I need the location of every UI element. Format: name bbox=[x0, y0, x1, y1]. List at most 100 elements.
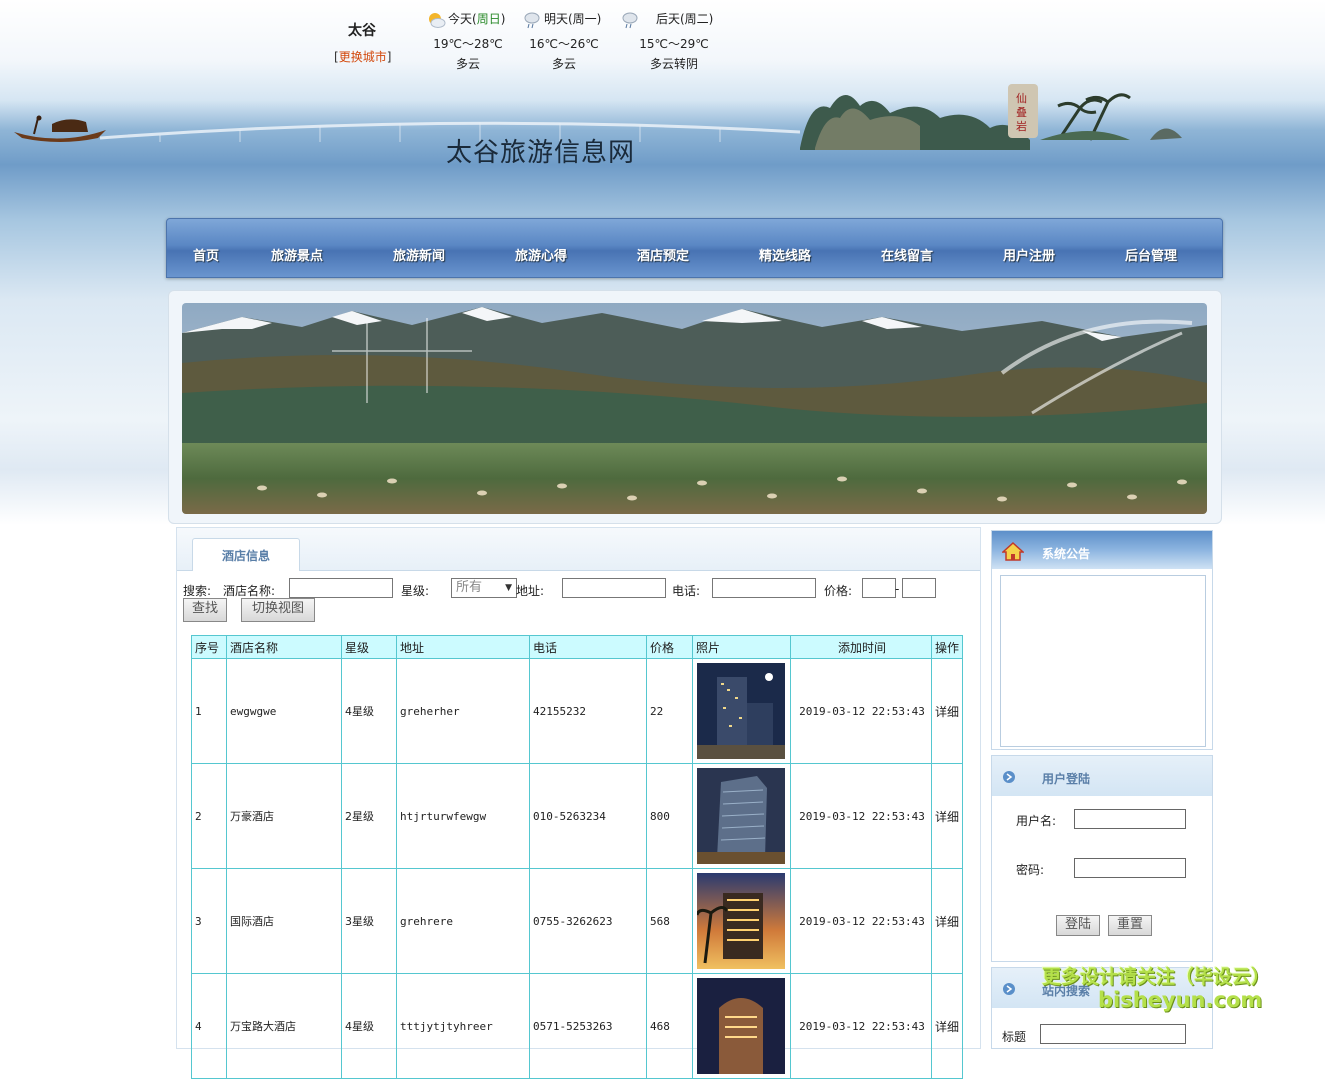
change-city-link-wrap: [更换城市] bbox=[334, 50, 392, 64]
cell-star: 4星级 bbox=[341, 658, 397, 764]
star-label: 星级: bbox=[401, 584, 430, 598]
site-title: 太谷旅游信息网 bbox=[446, 138, 636, 168]
cell-price: 568 bbox=[646, 868, 693, 974]
notice-title: 系统公告 bbox=[1042, 547, 1091, 561]
home-icon bbox=[1002, 541, 1024, 561]
login-panel: 用户登陆 用户名: 密码: 登陆 重置 bbox=[991, 755, 1213, 962]
site-search-input[interactable] bbox=[1040, 1024, 1186, 1044]
username-row: 用户名: bbox=[1016, 809, 1186, 829]
username-label: 用户名: bbox=[1016, 814, 1057, 828]
svg-text:仙: 仙 bbox=[1016, 92, 1027, 105]
cell-addr: grehrere bbox=[396, 868, 530, 974]
cell-addr: tttjytjtyhreer bbox=[396, 973, 530, 1079]
weather-temp-after: 15℃～29℃ bbox=[639, 37, 709, 51]
nav-news[interactable]: 旅游新闻 bbox=[393, 245, 445, 264]
search-label: 搜索: bbox=[183, 584, 212, 598]
login-button[interactable]: 登陆 bbox=[1056, 915, 1100, 936]
col-addr: 地址 bbox=[396, 635, 530, 659]
tab-bar: 酒店信息 bbox=[177, 528, 980, 571]
cell-phone: 42155232 bbox=[529, 658, 647, 764]
nav-hotel-booking[interactable]: 酒店预定 bbox=[637, 245, 689, 264]
col-star: 星级 bbox=[341, 635, 397, 659]
cell-name: 万豪酒店 bbox=[226, 763, 342, 869]
nav-attractions[interactable]: 旅游景点 bbox=[271, 245, 323, 264]
price-min-input[interactable] bbox=[862, 578, 896, 598]
cell-name: 万宝路大酒店 bbox=[226, 973, 342, 1079]
cell-phone: 0755-3262623 bbox=[529, 868, 647, 974]
hotel-photo[interactable] bbox=[697, 768, 785, 864]
price-max-input[interactable] bbox=[902, 578, 936, 598]
weather-day-tomorrow: 明天(周一) bbox=[522, 10, 601, 29]
cell-photo bbox=[692, 868, 791, 974]
hotel-name-label: 酒店名称: bbox=[223, 584, 276, 598]
nav-home[interactable]: 首页 bbox=[193, 245, 219, 264]
svg-text:岩: 岩 bbox=[1016, 119, 1027, 133]
price-separator: - bbox=[895, 582, 900, 596]
detail-link[interactable]: 详细 bbox=[931, 868, 963, 974]
phone-input[interactable] bbox=[712, 578, 816, 598]
cell-addr: greherher bbox=[396, 658, 530, 764]
cell-price: 800 bbox=[646, 763, 693, 869]
weather-day-after: 后天(周二) bbox=[620, 10, 713, 29]
password-input[interactable] bbox=[1074, 858, 1186, 878]
hotel-name-input[interactable] bbox=[289, 578, 393, 598]
detail-link[interactable]: 详细 bbox=[931, 973, 963, 1079]
sun-cloud-icon bbox=[429, 12, 446, 28]
boat-icon bbox=[14, 115, 106, 142]
weather-day-today: 今天(周日) bbox=[426, 10, 505, 29]
cell-no: 2 bbox=[191, 763, 227, 869]
detail-link[interactable]: 详细 bbox=[931, 763, 963, 869]
hotel-photo[interactable] bbox=[697, 663, 785, 759]
weather-temp-today: 19℃～28℃ bbox=[433, 37, 503, 51]
watermark-line1: 更多设计请关注（毕设云） bbox=[1042, 966, 1271, 988]
cell-name: 国际酒店 bbox=[226, 868, 342, 974]
cloud-rain-icon bbox=[524, 12, 540, 28]
reset-button[interactable]: 重置 bbox=[1108, 915, 1152, 936]
hotel-photo[interactable] bbox=[697, 873, 785, 969]
island-scenery-icon: 仙 叠 岩 bbox=[800, 84, 1182, 150]
nav-guestbook[interactable]: 在线留言 bbox=[881, 245, 933, 264]
tab-hotel-info[interactable]: 酒店信息 bbox=[192, 538, 300, 571]
table-row: 3 国际酒店 3星级 grehrere 0755-3262623 568 201… bbox=[191, 868, 963, 974]
cloud-rain-icon bbox=[622, 12, 638, 28]
col-no: 序号 bbox=[191, 635, 227, 659]
detail-link[interactable]: 详细 bbox=[931, 658, 963, 764]
nav-experiences[interactable]: 旅游心得 bbox=[515, 245, 567, 264]
arrow-circle-icon bbox=[1003, 983, 1015, 995]
hotel-content-panel: 酒店信息 搜索: 酒店名称: 星级: 所有 ▼ 地址: 电话: 价格: - 查找… bbox=[176, 527, 981, 1079]
nav-admin[interactable]: 后台管理 bbox=[1125, 245, 1177, 264]
weather-temp-tomorrow: 16℃～26℃ bbox=[529, 37, 599, 51]
weather-widget: 太谷 [更换城市] 今天(周日) 明天(周一) 后天(周二) 19℃～28℃ 多… bbox=[330, 8, 740, 78]
cell-photo bbox=[692, 763, 791, 869]
col-time: 添加时间 bbox=[790, 635, 932, 659]
address-input[interactable] bbox=[562, 578, 666, 598]
find-button[interactable]: 查找 bbox=[183, 598, 227, 622]
weather-city: 太谷 bbox=[348, 23, 376, 39]
notice-body bbox=[1000, 575, 1206, 747]
cell-addr: htjrturwfewgw bbox=[396, 763, 530, 869]
hotel-photo[interactable] bbox=[697, 978, 785, 1074]
cell-price: 22 bbox=[646, 658, 693, 764]
cell-photo bbox=[692, 973, 791, 1079]
cell-no: 4 bbox=[191, 973, 227, 1079]
svg-text:叠: 叠 bbox=[1016, 106, 1027, 119]
col-price: 价格 bbox=[646, 635, 693, 659]
hotel-table: 序号 酒店名称 星级 地址 电话 价格 照片 添加时间 操作 1 ewgwgwe… bbox=[191, 635, 963, 1079]
nav-routes[interactable]: 精选线路 bbox=[759, 245, 811, 264]
username-input[interactable] bbox=[1074, 809, 1186, 829]
phone-label: 电话: bbox=[672, 584, 701, 598]
toggle-view-button[interactable]: 切换视图 bbox=[241, 598, 315, 622]
cell-time: 2019-03-12 22:53:43 bbox=[790, 658, 932, 764]
star-select[interactable]: 所有 ▼ bbox=[451, 578, 517, 598]
site-search-title-label: 标题 bbox=[1002, 1030, 1027, 1044]
change-city-link[interactable]: 更换城市 bbox=[339, 50, 387, 64]
cell-no: 1 bbox=[191, 658, 227, 764]
cell-star: 2星级 bbox=[341, 763, 397, 869]
nav-register[interactable]: 用户注册 bbox=[1003, 245, 1055, 264]
notice-panel: 系统公告 bbox=[991, 530, 1213, 750]
cell-phone: 0571-5253263 bbox=[529, 973, 647, 1079]
password-label: 密码: bbox=[1016, 863, 1045, 877]
cell-star: 4星级 bbox=[341, 973, 397, 1079]
cell-time: 2019-03-12 22:53:43 bbox=[790, 868, 932, 974]
weather-desc-after: 多云转阴 bbox=[649, 57, 698, 71]
